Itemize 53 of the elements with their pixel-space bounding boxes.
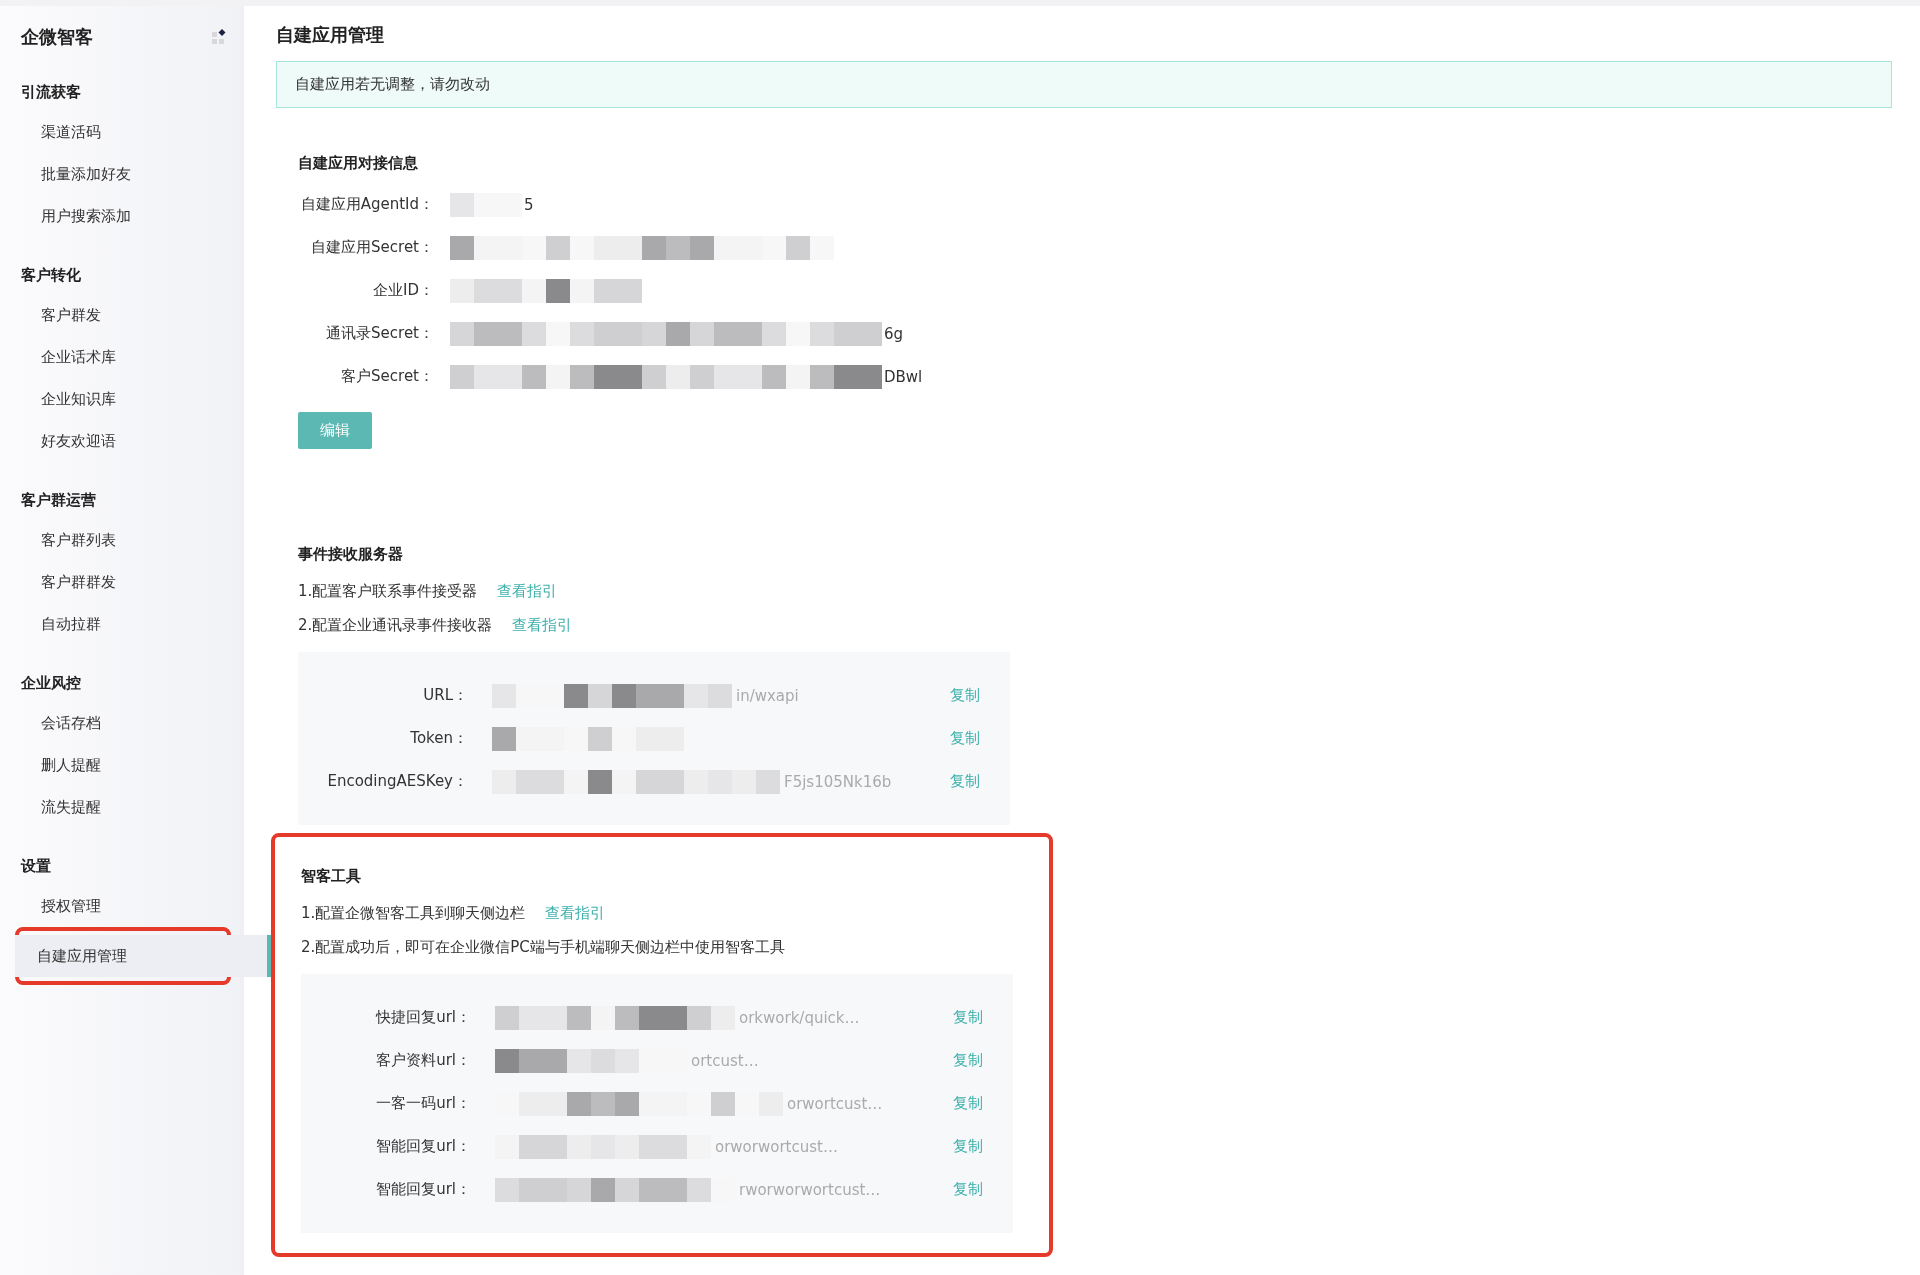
step-text: 1.配置客户联系事件接受器: [298, 581, 478, 602]
brand-name: 企微智客: [21, 25, 93, 49]
field-value: orworwortcust…: [715, 1137, 838, 1156]
field-label: 智能回复url：: [375, 1137, 471, 1156]
menu-item[interactable]: 用户搜索添加: [0, 195, 240, 237]
field-value: orkwork/quick…: [739, 1008, 860, 1027]
menu-group-title: 设置: [19, 856, 52, 877]
menu-item[interactable]: 好友欢迎语: [0, 420, 240, 462]
menu-item[interactable]: 客户群发: [0, 294, 240, 336]
menu-item[interactable]: 客户群群发: [0, 561, 240, 603]
menu-item[interactable]: 渠道活码: [0, 111, 240, 153]
menu-group-title: 引流获客: [20, 82, 82, 103]
menu-item[interactable]: 会话存档: [0, 702, 240, 744]
field-value: in/wxapi: [736, 686, 799, 705]
field-label: 通讯录Secret：: [325, 324, 434, 343]
field-label: 智能回复url：: [375, 1180, 471, 1199]
menu-item[interactable]: 删人提醒: [0, 744, 240, 786]
menu-item[interactable]: 自动拉群: [0, 603, 240, 645]
field-label: 客户资料url：: [375, 1051, 471, 1070]
field-label: 企业ID：: [372, 281, 434, 300]
menu-group-title: 客户群运营: [20, 490, 97, 511]
field-label: 客户Secret：: [340, 367, 434, 386]
menu-group-title: 企业风控: [20, 673, 82, 694]
menu-item[interactable]: 客户群列表: [0, 519, 240, 561]
step-text: 2.配置企业通讯录事件接收器: [298, 615, 493, 636]
grid-icon[interactable]: [212, 29, 228, 45]
field-value: rworworwortcust…: [739, 1180, 881, 1199]
field-value: DBwl: [884, 367, 923, 386]
notice-banner: 自建应用若无调整，请勿改动: [276, 61, 1892, 108]
section-title: 事件接收服务器: [298, 545, 404, 564]
section-title: 自建应用对接信息: [298, 154, 419, 173]
field-label: 自建应用Secret：: [310, 238, 434, 257]
menu-item[interactable]: 企业知识库: [0, 378, 240, 420]
field-label: EncodingAESKey：: [326, 772, 468, 791]
field-label: 一客一码url：: [375, 1094, 471, 1113]
field-value: ortcust…: [691, 1051, 759, 1070]
field-label: Token：: [409, 729, 468, 748]
menu-item[interactable]: 授权管理: [0, 885, 240, 927]
field-value: F5js105Nk16b: [784, 772, 892, 791]
menu-group-title: 客户转化: [20, 265, 82, 286]
menu-item[interactable]: 流失提醒: [0, 786, 240, 828]
section-title: 智客工具: [301, 867, 362, 886]
page-title: 自建应用管理: [276, 23, 385, 47]
field-value: 6g: [884, 324, 904, 343]
field-value: orwortcust…: [787, 1094, 883, 1113]
step-text: 1.配置企微智客工具到聊天侧边栏: [301, 903, 526, 924]
menu-item[interactable]: 批量添加好友: [0, 153, 240, 195]
field-label: 快捷回复url：: [374, 1008, 471, 1027]
field-label: URL：: [422, 686, 468, 705]
field-value: 5: [524, 195, 534, 214]
menu-item[interactable]: 企业话术库: [0, 336, 240, 378]
field-label: 自建应用AgentId：: [299, 195, 434, 214]
step-text: 2.配置成功后，即可在企业微信PC端与手机端聊天侧边栏中使用智客工具: [301, 937, 785, 958]
